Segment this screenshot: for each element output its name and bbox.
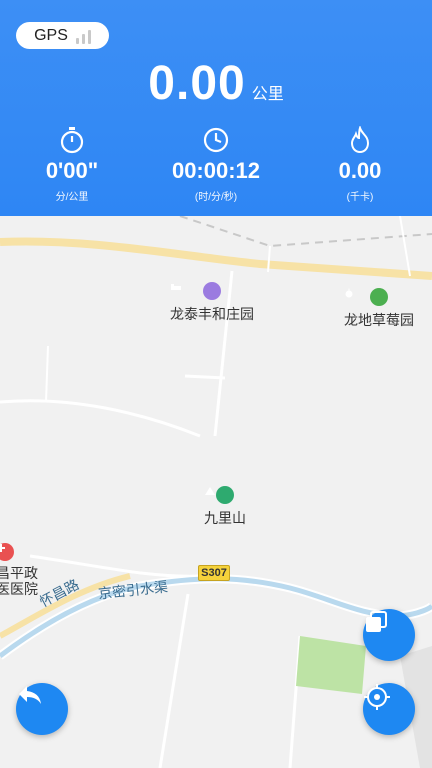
duration-value: 00:00:12 [171,158,261,183]
poi-label: 龙地草莓园 [344,312,414,328]
hospital-icon [0,543,14,561]
gps-indicator: GPS [16,22,109,49]
poi-longtai[interactable]: 龙泰丰和庄园 [170,282,254,324]
distance-unit: 公里 [251,86,284,103]
stat-duration: 00:00:12 (时/分/秒) [144,126,288,203]
calories-value: 0.00 [338,158,382,183]
poi-hospital[interactable]: 昌平政 医医院 [0,543,38,597]
gps-label: GPS [34,26,68,44]
distance-value: 0.00 [148,57,246,110]
pace-label: 分/公里 [55,192,89,203]
poi-longdi[interactable]: 龙地草莓园 [344,288,414,330]
poi-label: 龙泰丰和庄园 [170,306,254,322]
mountain-icon [205,486,234,504]
locate-button[interactable] [363,683,415,735]
flame-icon [348,126,372,154]
stats-row: 0'00" 分/公里 00:00:12 (时/分/秒) 0.00 (千卡) [0,126,432,203]
distance-display: 0.00 公里 [0,56,432,111]
signal-strength-icon [75,28,91,44]
map-view[interactable]: 龙泰丰和庄园 龙地草莓园 九里山 昌平政 医医院 怀昌路 京密引水渠 S307 [0,216,432,768]
pace-value: 0'00" [45,158,99,183]
calories-label: (千卡) [346,192,374,203]
hotel-icon [171,282,221,300]
stat-pace: 0'00" 分/公里 [0,126,144,203]
layers-button[interactable] [363,609,415,661]
poi-label: 昌平政 医医院 [0,565,38,597]
poi-label: 九里山 [204,510,246,526]
clock-icon [202,126,230,154]
stopwatch-icon [59,126,85,154]
back-button[interactable] [16,683,68,735]
road-shield-s307: S307 [198,565,230,581]
stats-header: GPS 0.00 公里 0'00" 分/公里 00:00:12 (时/分/秒) … [0,0,432,216]
stat-calories: 0.00 (千卡) [288,126,432,203]
poi-jiulishan[interactable]: 九里山 [204,486,246,528]
duration-label: (时/分/秒) [194,192,238,203]
fruit-icon [345,288,388,306]
